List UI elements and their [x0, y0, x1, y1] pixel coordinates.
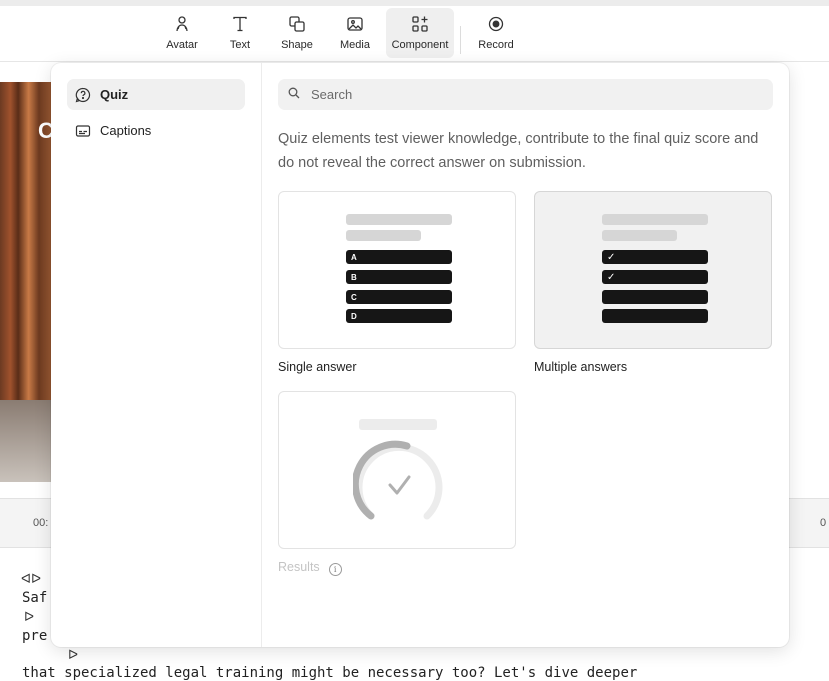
sidebar-item-captions[interactable]: Captions	[67, 115, 245, 146]
results-gauge-icon	[353, 440, 443, 520]
question-placeholder-line	[602, 214, 708, 225]
search-input[interactable]	[309, 86, 753, 103]
video-preview-floor	[0, 400, 52, 482]
toolbar-text-button[interactable]: Text	[222, 8, 258, 58]
component-icon	[410, 14, 430, 34]
toolbar-divider	[460, 26, 461, 54]
question-placeholder-line	[346, 214, 452, 225]
results-label: Results	[278, 560, 320, 574]
info-icon[interactable]: i	[328, 563, 342, 576]
text-icon	[230, 14, 250, 34]
answer-option-checked: ✓	[602, 270, 708, 284]
results-label-row: Results i	[278, 560, 342, 576]
script-line[interactable]: that specialized legal training might be…	[22, 665, 637, 681]
media-icon	[345, 14, 365, 34]
script-line[interactable]: pre	[22, 628, 47, 644]
answer-option: A	[346, 250, 452, 264]
single-answer-label: Single answer	[278, 360, 357, 374]
search-box[interactable]	[278, 79, 773, 110]
answer-option	[602, 290, 708, 304]
toolbar-media-label: Media	[340, 39, 370, 51]
toolbar-shape-label: Shape	[281, 39, 313, 51]
answer-option	[602, 309, 708, 323]
script-speaker-icon: ᐊᐅ	[21, 572, 41, 587]
single-answer-card[interactable]: A B C D	[278, 191, 516, 349]
question-placeholder-line	[602, 230, 677, 241]
component-panel: Quiz Captions Quiz elements test viewer …	[51, 63, 789, 647]
quiz-description: Quiz elements test viewer knowledge, con…	[278, 131, 759, 171]
toolbar-component-label: Component	[391, 39, 449, 51]
toolbar-record-label: Record	[478, 39, 514, 51]
toolbar-avatar-label: Avatar	[166, 39, 198, 51]
script-line[interactable]: Saf	[22, 590, 47, 606]
multiple-answers-label: Multiple answers	[534, 360, 628, 374]
script-marker-icon: ᐅ	[24, 610, 34, 625]
results-card[interactable]	[278, 391, 516, 549]
sidebar-item-label: Quiz	[100, 87, 129, 102]
toolbar: Avatar Text Shape Media Component Record	[0, 6, 829, 62]
quiz-icon	[75, 87, 91, 103]
question-placeholder-line	[346, 230, 421, 241]
answer-option: C	[346, 290, 452, 304]
toolbar-avatar-button[interactable]: Avatar	[160, 8, 204, 58]
timeline-time-left: 00:	[33, 517, 49, 529]
captions-icon	[75, 123, 91, 139]
script-marker-icon: ᐅ	[68, 648, 78, 663]
record-icon	[486, 14, 506, 34]
toolbar-media-button[interactable]: Media	[335, 8, 375, 58]
answer-option-checked: ✓	[602, 250, 708, 264]
search-icon	[288, 86, 300, 104]
multiple-answers-card[interactable]: ✓ ✓	[534, 191, 772, 349]
answer-option: D	[346, 309, 452, 323]
sidebar-item-quiz[interactable]: Quiz	[67, 79, 245, 110]
results-placeholder-line	[359, 419, 437, 430]
answer-option: B	[346, 270, 452, 284]
toolbar-text-label: Text	[229, 39, 251, 51]
component-sidebar: Quiz Captions	[51, 63, 262, 647]
toolbar-shape-button[interactable]: Shape	[277, 8, 317, 58]
shape-icon	[287, 14, 307, 34]
toolbar-record-button[interactable]: Record	[475, 8, 517, 58]
toolbar-component-button[interactable]: Component	[386, 8, 454, 58]
avatar-icon	[172, 14, 192, 34]
timeline-time-right: 0	[820, 517, 827, 529]
sidebar-item-label: Captions	[100, 123, 152, 138]
